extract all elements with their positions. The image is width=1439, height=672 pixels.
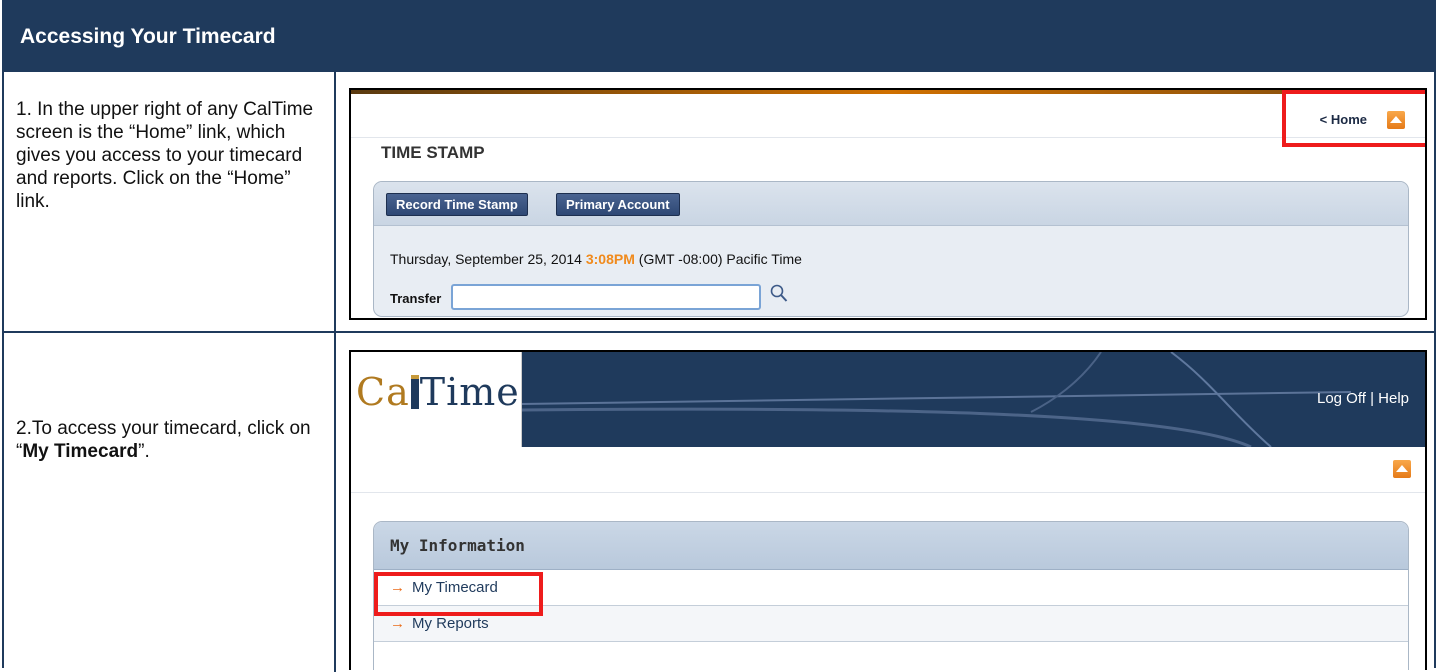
- step-1-text: 1. In the upper right of any CalTime scr…: [16, 99, 314, 212]
- row-divider: [4, 331, 1434, 333]
- time-stamp-title: TIME STAMP: [381, 143, 485, 162]
- step-2-text: 2.To access your timecard, click on “My …: [16, 418, 311, 462]
- step-2-emphasis: My Timecard: [22, 441, 139, 462]
- my-timecard-highlight: [374, 572, 543, 616]
- column-divider: [334, 72, 336, 672]
- document-title: Accessing Your Timecard: [4, 2, 1434, 72]
- home-bar: < Home: [351, 94, 1425, 138]
- instruction-document: Accessing Your Timecard 1. In the upper …: [2, 0, 1436, 672]
- record-time-stamp-button[interactable]: Record Time Stamp: [386, 193, 528, 216]
- transfer-input[interactable]: [451, 284, 761, 310]
- caltime-home-screenshot: Ca Time Log Off | Help My Information → My…: [349, 350, 1427, 670]
- my-information-title: My Information: [390, 536, 525, 555]
- logoff-help-links[interactable]: Log Off | Help: [1317, 390, 1409, 407]
- time-stamp-panel: Record Time Stamp Primary Account Thursd…: [373, 181, 1409, 317]
- timestamp-screenshot: < Home TIME STAMP Record Time Stamp Prim…: [349, 88, 1427, 320]
- collapse-up-icon[interactable]: [1393, 460, 1411, 478]
- panel-header: My Information: [374, 522, 1408, 570]
- current-datetime: Thursday, September 25, 2014 3:08PM (GMT…: [390, 251, 802, 267]
- search-icon[interactable]: [770, 284, 788, 304]
- caltime-logo: Ca Time: [351, 352, 522, 447]
- home-link-highlight: [1282, 90, 1425, 147]
- current-time: 3:08PM: [585, 251, 635, 267]
- transfer-label: Transfer: [390, 291, 442, 306]
- collapse-bar: [351, 447, 1425, 493]
- caltime-header: Ca Time Log Off | Help: [351, 352, 1425, 447]
- campanile-icon: [410, 375, 419, 409]
- panel-header: Record Time Stamp Primary Account: [374, 182, 1408, 226]
- arrow-right-icon: →: [390, 615, 405, 632]
- primary-account-button[interactable]: Primary Account: [556, 193, 680, 216]
